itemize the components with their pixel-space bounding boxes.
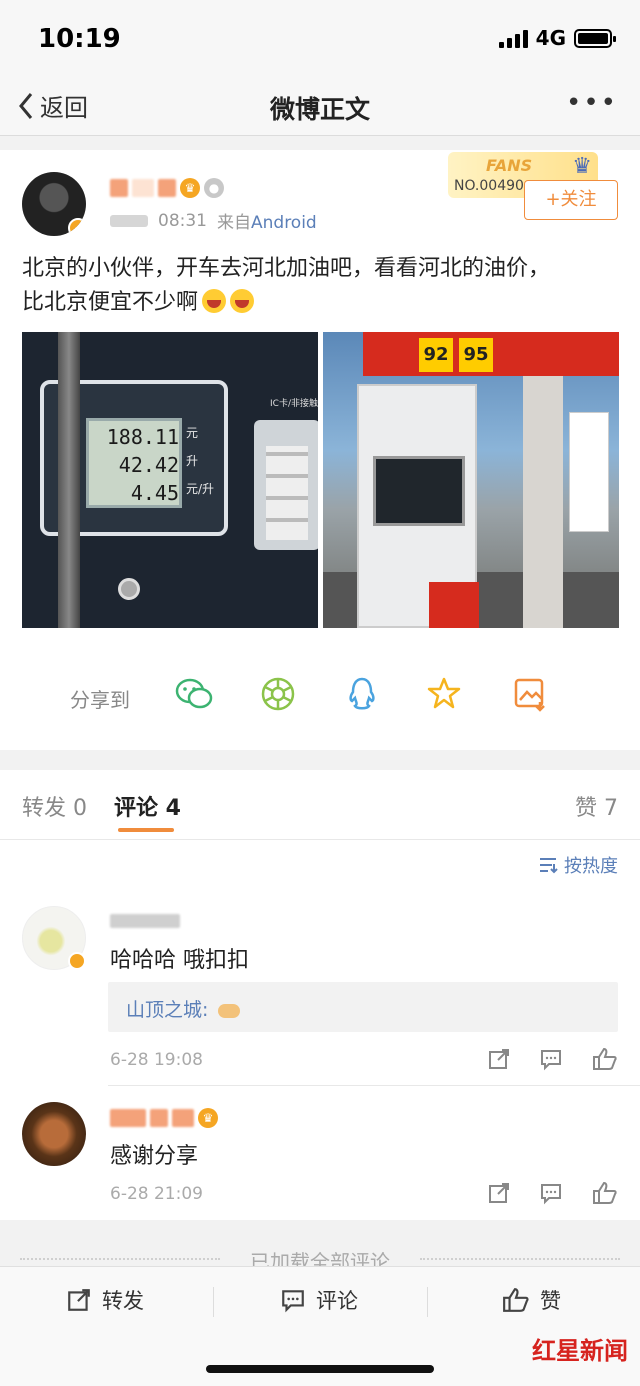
post-card: ✓ ♛ ● 08:31 来自Android FANS NO.00490 ♛ +关… [0,150,640,750]
post-photo-2[interactable]: 92 95 [323,332,619,628]
comment-icon[interactable] [538,1180,564,1206]
more-icon[interactable]: ••• [566,88,618,118]
post-photo-1[interactable]: 188.11 42.42 4.45 元 升 元/升 IC卡/非接触 [22,332,318,628]
post-content: 北京的小伙伴，开车去河北加油吧，看看河北的油价， 比北京便宜不少啊 [22,252,622,320]
repost-icon[interactable] [486,1046,512,1072]
post-text-line2: 比北京便宜不少啊 [22,290,199,315]
share-bar: 分享到 [0,670,640,726]
status-bar: 10:19 4G [0,0,640,76]
post-meta: 08:31 来自Android [110,208,317,233]
keyhole [118,578,140,600]
fuel-grade-2: 95 [459,338,493,372]
fuel-canopy: 92 95 [363,332,619,376]
like-icon [503,1288,529,1312]
tab-comment[interactable]: 评论 4 [114,790,181,822]
blurred-name [110,179,128,197]
volume-reading: 42.42 [118,453,179,477]
commenter-name[interactable]: ♛ [110,1108,218,1128]
blurred-name [110,914,180,928]
fans-crown-icon: ♛ [572,154,592,179]
commenter-avatar[interactable] [22,1102,86,1166]
source-prefix: 来自 [217,213,251,233]
comment-reply-preview[interactable]: 山顶之城: [108,982,618,1032]
comment-text: 感谢分享 [110,1144,199,1169]
post-text-line1: 北京的小伙伴，开车去河北加油吧，看看河北的油价， [22,256,551,281]
status-indicators: 4G [498,26,616,50]
active-tab-indicator [118,828,174,832]
verified-badge-icon [68,952,86,970]
repost-icon[interactable] [486,1180,512,1206]
bottom-repost-label: 转发 [102,1289,144,1313]
silver-medal-icon: ● [204,178,224,198]
bottom-action-bar: 转发 评论 赞 红星新闻 [0,1266,640,1386]
nav-bar: 返回 微博正文 ••• [0,76,640,136]
post-source[interactable]: Android [251,213,317,233]
bottom-repost-button[interactable]: 转发 [66,1285,144,1315]
save-image-icon[interactable] [510,674,550,714]
home-indicator[interactable] [206,1365,434,1373]
blurred-info [110,214,148,227]
commenter-name[interactable] [110,912,180,933]
follow-button[interactable]: +关注 [524,180,618,220]
moments-icon[interactable] [258,674,298,714]
station-sign [569,412,609,532]
sort-icon [540,858,558,874]
handshake-emoji-icon [218,1004,241,1018]
repost-icon [68,1289,90,1311]
favorite-star-icon[interactable] [424,674,464,714]
share-label: 分享到 [70,688,130,712]
page-title: 微博正文 [269,95,370,124]
tab-repost[interactable]: 转发 0 [22,790,87,822]
all-comments-loaded: 已加载全部评论 [0,1222,640,1274]
qq-icon[interactable] [342,674,382,714]
amount-reading: 188.11 [106,425,179,449]
laughing-emoji-icon [202,289,227,313]
unit-liter: 升 [186,454,199,468]
verified-badge-icon: ✓ [68,218,86,236]
like-icon[interactable] [592,1180,618,1206]
price-reading: 4.45 [130,481,179,505]
blurred-name [110,1109,146,1127]
battery-icon [574,28,616,48]
author-name[interactable]: ♛ ● [110,178,224,198]
comment-tabs: 转发 0 评论 4 赞 7 [0,770,640,840]
comment-icon [282,1290,304,1313]
watermark-logo: 红星新闻 [532,1336,628,1365]
signal-icon [498,28,528,48]
card-label: IC卡/非接触 [270,399,318,409]
network-type: 4G [535,26,566,50]
fuel-grade-1: 92 [419,338,453,372]
comment-divider [108,1085,640,1086]
comment-text: 哈哈哈 哦扣扣 [110,948,249,973]
status-time: 10:19 [38,24,121,54]
tab-like[interactable]: 赞 7 [575,790,618,822]
fuel-pump [357,384,479,628]
pump-keypad [254,420,318,550]
reply-author: 山顶之城: [126,999,209,1021]
comment-time: 6-28 21:09 [110,1184,203,1204]
bottom-like-label: 赞 [540,1289,561,1313]
wechat-icon[interactable] [174,674,214,714]
sort-button[interactable]: 按热度 [538,852,618,878]
bottom-comment-label: 评论 [316,1289,358,1313]
comment-time: 6-28 19:08 [110,1050,203,1070]
bottom-comment-button[interactable]: 评论 [280,1285,358,1315]
crown-medal-icon: ♛ [180,178,200,198]
author-avatar[interactable]: ✓ [22,172,86,236]
unit-price: 元/升 [186,482,215,496]
comment-list: 按热度 哈哈哈 哦扣扣 山顶之城: 6-28 19:08 ♛ 感谢分享 6-28… [0,840,640,1220]
like-icon[interactable] [592,1046,618,1072]
unit-yuan: 元 [186,426,199,440]
bottom-like-button[interactable]: 赞 [502,1285,561,1315]
fans-badge-number: NO.00490 [454,178,524,194]
crown-medal-icon: ♛ [198,1108,218,1128]
fans-badge-title: FANS [486,156,533,175]
comment-icon[interactable] [538,1046,564,1072]
laughing-emoji-icon [230,289,255,313]
sort-label: 按热度 [564,856,618,877]
post-time: 08:31 [158,210,207,231]
pole [58,332,80,628]
